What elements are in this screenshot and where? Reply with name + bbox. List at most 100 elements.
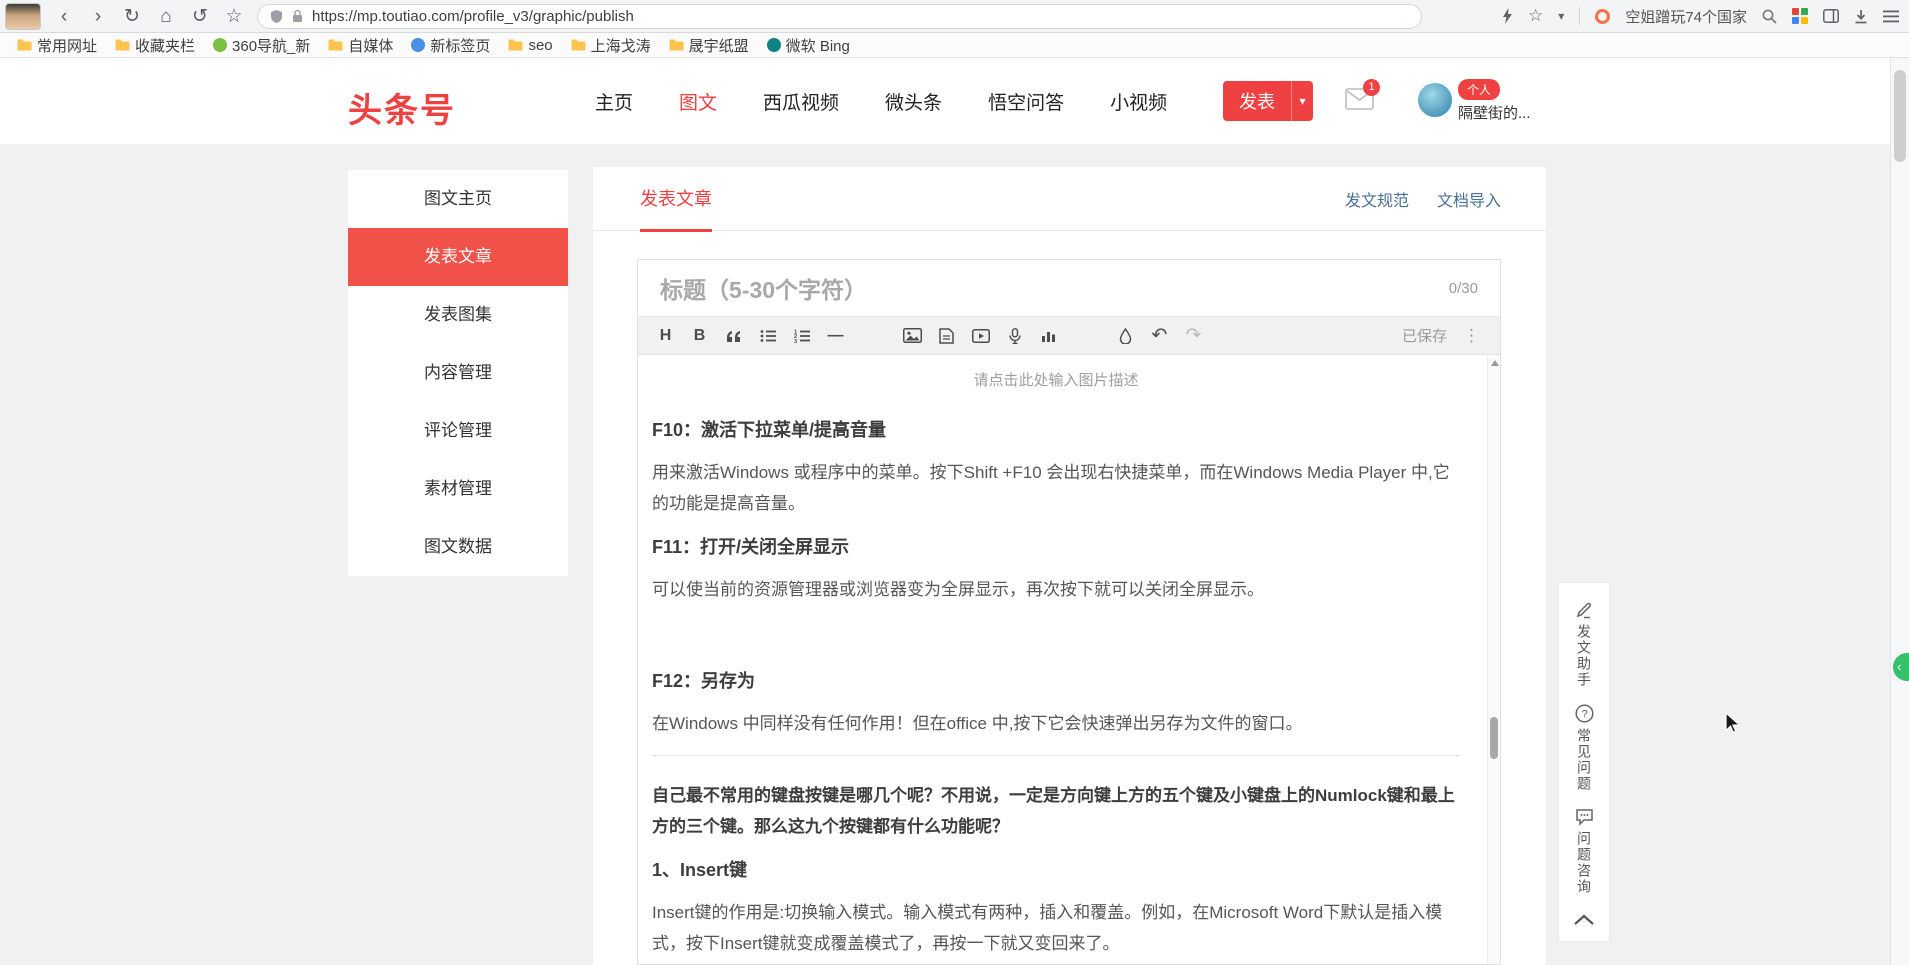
editor-paragraph-bold: 自己最不常用的键盘按键是哪几个呢？不用说，一定是方向键上方的五个键及小键盘上的N… — [652, 780, 1460, 842]
mail-button[interactable]: 1 — [1345, 88, 1375, 112]
forward-button[interactable]: › — [81, 0, 115, 33]
bookmark-star-icon[interactable]: ☆ — [1528, 6, 1543, 26]
nav-home[interactable]: 主页 — [595, 88, 633, 115]
redo-icon[interactable]: ↷ — [1180, 323, 1207, 349]
chevron-down-icon[interactable]: ▾ — [1558, 9, 1564, 23]
nav-short-video[interactable]: 小视频 — [1110, 88, 1167, 115]
undo-icon[interactable]: ↶ — [1146, 323, 1173, 349]
lock-icon — [292, 9, 303, 23]
account-type-badge: 个人 — [1458, 79, 1500, 100]
download-icon[interactable] — [1854, 9, 1868, 24]
sidebar-item-graphic-home[interactable]: 图文主页 — [348, 170, 568, 228]
search-icon[interactable] — [1762, 9, 1777, 24]
bold-icon[interactable]: B — [686, 323, 713, 349]
more-options-icon[interactable]: ⋮ — [1463, 326, 1480, 346]
editor-scrollbar[interactable] — [1487, 355, 1500, 964]
hot-search-text[interactable]: 空姐蹭玩74个国家 — [1625, 6, 1747, 27]
tab-publish-article[interactable]: 发表文章 — [640, 167, 712, 231]
window-scrollbar[interactable] — [1890, 58, 1909, 965]
question-icon: ? — [1575, 704, 1594, 723]
folder-icon — [571, 39, 586, 51]
bookmark-item[interactable]: 上海戈涛 — [562, 33, 660, 57]
bookmark-item[interactable]: 360导航_新 — [204, 33, 319, 57]
bookmark-item[interactable]: 新标签页 — [402, 33, 499, 57]
back-to-top-button[interactable] — [1573, 903, 1595, 933]
url-text: https://mp.toutiao.com/profile_v3/graphi… — [312, 8, 634, 25]
site-header: 头条号 主页 图文 西瓜视频 微头条 悟空问答 小视频 发表 ▾ 1 个人 隔壁… — [0, 58, 1890, 144]
bookmark-item[interactable]: 晟宇纸盟 — [660, 33, 758, 57]
link-publish-rules[interactable]: 发文规范 — [1345, 187, 1409, 211]
link-doc-import[interactable]: 文档导入 — [1437, 187, 1501, 211]
publish-assistant-button[interactable]: 发文助手 — [1544, 593, 1624, 696]
newtab-icon — [411, 38, 425, 52]
nav-xigua-video[interactable]: 西瓜视频 — [763, 88, 839, 115]
bookmark-item[interactable]: 自媒体 — [319, 33, 402, 57]
sidebar-item-content-manage[interactable]: 内容管理 — [348, 344, 568, 402]
floating-help-bar: 发文助手 ? 常见问题 问题咨询 — [1558, 582, 1610, 942]
nav-article[interactable]: 图文 — [679, 88, 717, 115]
insert-image-icon[interactable] — [899, 323, 926, 349]
editor-paragraph: Insert键的作用是:切换输入模式。输入模式有两种，插入和覆盖。例如，在Mic… — [652, 897, 1460, 959]
sidebar-panel-icon[interactable] — [1823, 9, 1839, 23]
sidebar-item-graphic-data[interactable]: 图文数据 — [348, 518, 568, 576]
toutiao-logo[interactable]: 头条号 — [348, 83, 456, 132]
window-scrollbar-thumb[interactable] — [1894, 70, 1906, 162]
user-name[interactable]: 隔壁街的... — [1458, 102, 1553, 123]
bullet-list-icon[interactable] — [754, 323, 781, 349]
sidebar-item-publish-article[interactable]: 发表文章 — [348, 228, 568, 286]
publish-dropdown-icon[interactable]: ▾ — [1291, 81, 1313, 121]
hot-search-icon — [1595, 9, 1610, 24]
nav-wukong-qa[interactable]: 悟空问答 — [988, 88, 1064, 115]
main-nav: 主页 图文 西瓜视频 微头条 悟空问答 小视频 — [595, 58, 1167, 144]
back-button[interactable]: ‹ — [47, 0, 81, 33]
image-caption-placeholder[interactable]: 请点击此处输入图片描述 — [652, 369, 1460, 390]
avatar[interactable] — [1418, 83, 1452, 117]
editor-paragraph: 在Windows 中同样没有任何作用！但在office 中,按下它会快速弹出另存… — [652, 708, 1460, 739]
editor-paragraph: 可以使当前的资源管理器或浏览器变为全屏显示，再次按下就可以关闭全屏显示。 — [652, 574, 1460, 605]
publish-button[interactable]: 发表 ▾ — [1223, 81, 1313, 121]
home-button[interactable]: ⌂ — [149, 0, 183, 33]
consult-button[interactable]: 问题咨询 — [1544, 800, 1624, 903]
scroll-up-arrow-icon[interactable] — [1491, 360, 1499, 366]
insert-video-icon[interactable] — [967, 323, 994, 349]
heading-icon[interactable]: H — [652, 323, 679, 349]
editor-paragraph: 用来激活Windows 或程序中的菜单。按下Shift +F10 会出现右快捷菜… — [652, 457, 1460, 519]
refresh-button[interactable]: ↻ — [115, 0, 149, 33]
insert-chart-icon[interactable] — [1035, 323, 1062, 349]
horizontal-rule-icon[interactable]: — — [822, 323, 849, 349]
editor-content[interactable]: 请点击此处输入图片描述 F10：激活下拉菜单/提高音量 用来激活Windows … — [638, 355, 1500, 965]
bookmark-item[interactable]: seo — [499, 33, 561, 57]
flash-icon[interactable] — [1502, 8, 1513, 24]
insert-article-icon[interactable] — [933, 323, 960, 349]
menu-icon[interactable] — [1883, 10, 1899, 23]
bookmark-item[interactable]: 收藏夹栏 — [106, 33, 204, 57]
insert-audio-icon[interactable] — [1001, 323, 1028, 349]
faq-button[interactable]: ? 常见问题 — [1544, 696, 1624, 800]
mouse-cursor — [1721, 711, 1745, 735]
nav-weitoutiao[interactable]: 微头条 — [885, 88, 942, 115]
editor-heading: 1、Insert键 — [652, 856, 1460, 882]
bookmark-item[interactable]: 微软 Bing — [758, 33, 859, 57]
folder-icon — [17, 39, 32, 51]
favorite-star-button[interactable]: ☆ — [217, 0, 251, 33]
bing-icon — [767, 38, 781, 52]
editor-scrollbar-thumb[interactable] — [1490, 717, 1498, 759]
browser-profile-image[interactable] — [5, 3, 41, 30]
format-clear-icon[interactable] — [1112, 323, 1139, 349]
apps-grid-icon[interactable] — [1792, 8, 1808, 24]
restore-tab-button[interactable]: ↺ — [183, 0, 217, 33]
svg-text:3: 3 — [794, 338, 797, 342]
title-input[interactable]: 标题（5-30个字符） 0/30 — [638, 260, 1500, 317]
editor-divider — [652, 755, 1460, 756]
ordered-list-icon[interactable]: 123 — [788, 323, 815, 349]
sidebar-item-material-manage[interactable]: 素材管理 — [348, 460, 568, 518]
sidebar-item-publish-gallery[interactable]: 发表图集 — [348, 286, 568, 344]
address-bar[interactable]: https://mp.toutiao.com/profile_v3/graphi… — [257, 4, 1422, 29]
pen-icon — [1575, 601, 1593, 619]
sidebar-item-comment-manage[interactable]: 评论管理 — [348, 402, 568, 460]
autosave-status: 已保存 — [1402, 325, 1447, 346]
blockquote-icon[interactable] — [720, 323, 747, 349]
divider — [1579, 7, 1580, 25]
bookmark-item[interactable]: 常用网址 — [8, 33, 106, 57]
editor-toolbar: H B 123 — — [638, 317, 1500, 355]
